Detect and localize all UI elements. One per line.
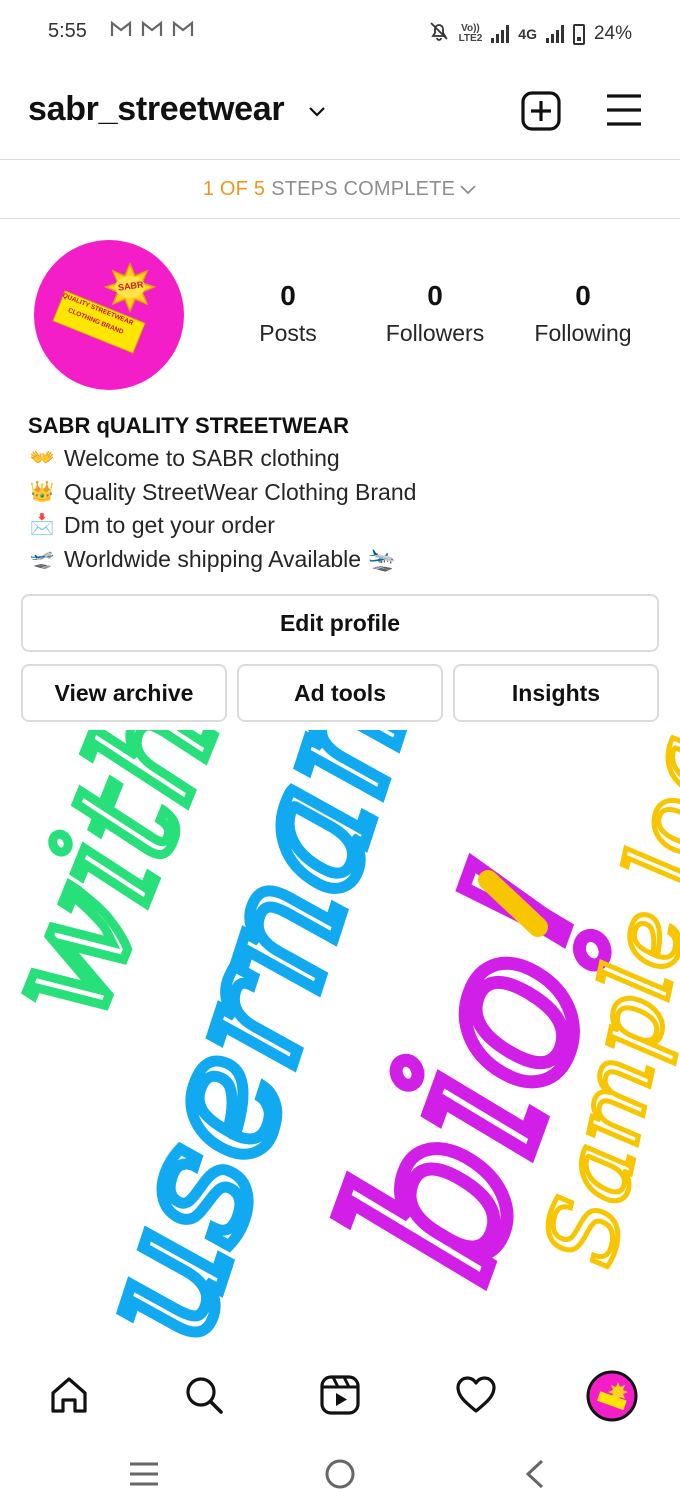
bottom-navigation <box>0 1360 680 1434</box>
reels-icon[interactable] <box>319 1374 361 1421</box>
gmail-icon <box>110 20 132 43</box>
view-archive-button[interactable]: View archive <box>21 664 227 722</box>
stat-value: 0 <box>280 280 296 311</box>
insights-button[interactable]: Insights <box>453 664 659 722</box>
stat-value: 0 <box>575 280 591 311</box>
profile-bio: SABR qUALITY STREETWEAR 👐 Welcome to SAB… <box>28 410 658 576</box>
bio-text: Dm to get your order <box>64 512 275 538</box>
ad-tools-button[interactable]: Ad tools <box>237 664 443 722</box>
stat-label: Followers <box>385 320 485 346</box>
create-post-icon[interactable] <box>520 90 562 137</box>
following-count[interactable]: 0 Following <box>508 280 658 347</box>
profile-header: sabr_streetwear <box>0 70 680 158</box>
bio-line: 👑 Quality StreetWear Clothing Brand <box>28 476 658 510</box>
bio-line: 🛫 Worldwide shipping Available 🛬 <box>28 543 658 577</box>
steps-complete-banner[interactable]: 1 OF 5 STEPS COMPLETE <box>0 160 680 218</box>
signal-icon-2 <box>545 25 564 43</box>
display-name: SABR qUALITY STREETWEAR <box>28 413 350 438</box>
chevron-down-icon <box>459 179 477 202</box>
profile-avatar[interactable] <box>586 1370 638 1427</box>
volte-indicator: Vo)) LTE2 <box>459 24 483 44</box>
volte-bottom: LTE2 <box>458 33 483 44</box>
open-hands-emoji: 👐 <box>29 447 55 469</box>
bio-text: Worldwide shipping Available 🛬 <box>64 545 397 572</box>
gmail-icon <box>172 20 194 43</box>
heart-icon[interactable] <box>455 1374 497 1421</box>
home-circle-icon[interactable] <box>324 1458 356 1495</box>
mute-bell-icon <box>428 20 450 48</box>
signal-icon <box>491 25 510 43</box>
bio-text: Quality StreetWear Clothing Brand <box>64 478 417 505</box>
profile-avatar[interactable]: SABR QUALITY STREETWEAR CLOTHING BRAND <box>34 240 184 390</box>
handwritten-artwork: with username! bio! Sample logo <box>0 448 680 1367</box>
stat-label: Following <box>534 320 632 346</box>
status-time: 5:55 <box>48 20 87 42</box>
stat-label: Posts <box>259 320 317 346</box>
airplane-departure-emoji: 🛫 <box>29 547 55 570</box>
crown-emoji: 👑 <box>29 480 55 503</box>
battery-icon <box>572 23 585 45</box>
menu-icon[interactable] <box>604 92 644 133</box>
home-icon[interactable] <box>48 1374 90 1421</box>
posts-count[interactable]: 0 Posts <box>213 280 363 347</box>
chevron-down-icon[interactable] <box>306 100 328 127</box>
bio-line: 👐 Welcome to SABR clothing <box>28 442 658 476</box>
followers-count[interactable]: 0 Followers <box>360 280 510 347</box>
bio-line: 📩 Dm to get your order <box>28 509 658 543</box>
steps-text: STEPS COMPLETE <box>271 177 456 200</box>
status-right: Vo)) LTE2 4G 24% <box>428 20 632 48</box>
status-bar: 5:55 Vo)) LTE2 4G 24% <box>0 0 680 64</box>
divider <box>0 218 680 219</box>
back-icon[interactable] <box>522 1458 546 1495</box>
envelope-arrow-emoji: 📩 <box>29 514 55 536</box>
bio-text: Welcome to SABR clothing <box>64 445 340 471</box>
steps-progress: 1 OF 5 <box>202 177 266 200</box>
stat-value: 0 <box>427 280 443 311</box>
recents-icon[interactable] <box>128 1460 160 1493</box>
battery-percent: 24% <box>593 23 632 44</box>
account-switcher-username[interactable]: sabr_streetwear <box>28 90 285 129</box>
network-type: 4G <box>518 26 537 42</box>
gmail-icon <box>141 20 163 43</box>
search-icon[interactable] <box>183 1374 225 1421</box>
system-navigation <box>0 1440 680 1511</box>
edit-profile-button[interactable]: Edit profile <box>21 594 659 652</box>
